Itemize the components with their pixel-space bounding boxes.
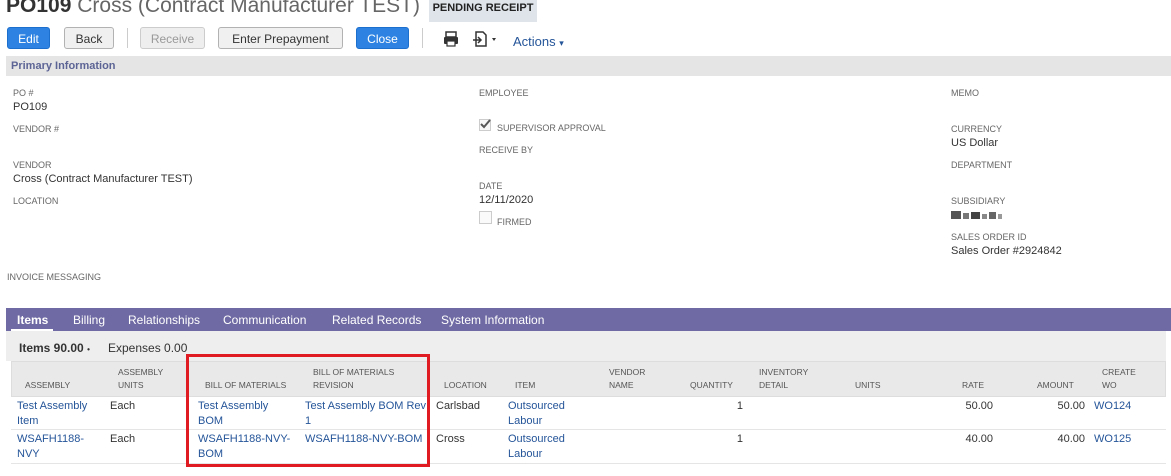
highlight-box xyxy=(186,354,430,467)
firmed-checkbox[interactable] xyxy=(479,211,492,224)
sales-order-link[interactable]: Sales Order #2924842 xyxy=(951,245,1062,257)
col-create-wo-line2: WO xyxy=(1102,380,1117,390)
row-item-link[interactable]: Outsourced Labour xyxy=(508,399,565,429)
primary-information-header[interactable]: Primary Information xyxy=(6,56,1171,76)
chevron-down-icon: ▾ xyxy=(559,38,564,48)
row-rate: 40.00 xyxy=(965,433,993,445)
col-quantity: QUANTITY xyxy=(690,380,733,390)
col-vendor-name-line1: VENDOR xyxy=(609,367,646,377)
date-value: 12/11/2020 xyxy=(479,194,534,206)
cell-line: NVY xyxy=(17,448,40,460)
currency-label: CURRENCY xyxy=(951,124,1003,134)
location-label: LOCATION xyxy=(13,196,59,206)
vendor-number-label: VENDOR # xyxy=(13,124,60,134)
col-rate: RATE xyxy=(962,380,985,390)
col-vendor-name-line2: NAME xyxy=(609,380,634,390)
row-location: Carlsbad xyxy=(436,400,481,412)
row-work-order-link[interactable]: WO124 xyxy=(1094,399,1131,414)
subsidiary-redacted-value xyxy=(951,210,1003,220)
po-label: PO # xyxy=(13,88,34,98)
invoice-messaging-label: INVOICE MESSAGING xyxy=(7,272,102,282)
row-quantity: 1 xyxy=(736,400,743,412)
vendor-link[interactable]: Cross (Contract Manufacturer TEST) xyxy=(13,173,193,185)
bullet-icon: • xyxy=(87,345,90,354)
tab-related-records[interactable]: Related Records xyxy=(332,313,421,327)
subtab-expenses[interactable]: Expenses 0.00 xyxy=(108,341,187,355)
section-title: Primary Information xyxy=(11,60,116,72)
supervisor-approval-checkbox[interactable] xyxy=(479,119,491,131)
row-amount: 50.00 xyxy=(1057,400,1085,412)
row-work-order-link[interactable]: WO125 xyxy=(1094,432,1131,447)
receive-button[interactable]: Receive xyxy=(140,27,205,49)
record-id: PO109 xyxy=(6,0,72,17)
record-tabs: Items Billing Relationships Communicatio… xyxy=(6,308,1171,331)
cell-line: Item xyxy=(17,415,39,427)
back-button[interactable]: Back xyxy=(64,27,114,49)
col-amount: AMOUNT xyxy=(1037,380,1074,390)
vendor-label: VENDOR xyxy=(13,160,52,170)
tab-system-information[interactable]: System Information xyxy=(441,313,544,327)
row-location: Cross xyxy=(436,433,465,445)
edit-button[interactable]: Edit xyxy=(7,27,50,49)
vendor-title: Cross (Contract Manufacturer TEST) xyxy=(77,0,420,17)
memo-label: MEMO xyxy=(951,88,979,98)
row-assembly-link[interactable]: Test Assembly Item xyxy=(17,399,87,429)
subsidiary-label: SUBSIDIARY xyxy=(951,196,1006,206)
firmed-label: FIRMED xyxy=(497,217,532,227)
col-assembly: ASSEMBLY xyxy=(25,380,71,390)
checkmark-icon xyxy=(480,119,491,129)
cell-line: Labour xyxy=(508,415,543,427)
employee-label: EMPLOYEE xyxy=(479,88,529,98)
cell-line: Test Assembly xyxy=(17,400,88,412)
sales-order-id-label: SALES ORDER ID xyxy=(951,232,1027,242)
row-amount: 40.00 xyxy=(1057,433,1085,445)
enter-prepayment-button[interactable]: Enter Prepayment xyxy=(218,27,343,49)
row-quantity: 1 xyxy=(736,433,743,445)
status-badge: PENDING RECEIPT xyxy=(429,0,537,22)
items-table-header xyxy=(11,361,1166,397)
row-rate: 50.00 xyxy=(965,400,993,412)
col-create-wo-line1: CREATE xyxy=(1102,367,1136,377)
cell-line: Outsourced xyxy=(508,400,565,412)
cell-line: WSAFH1188- xyxy=(17,433,85,445)
subtab-items[interactable]: Items 90.00 • xyxy=(19,341,90,355)
supervisor-approval-label: SUPERVISOR APPROVAL xyxy=(497,123,606,133)
print-icon[interactable] xyxy=(442,30,460,51)
col-inventory-detail-line1: INVENTORY xyxy=(759,367,809,377)
row-assembly-link[interactable]: WSAFH1188- NVY xyxy=(17,432,84,462)
currency-value: US Dollar xyxy=(951,137,999,149)
tab-relationships[interactable]: Relationships xyxy=(128,313,200,327)
col-units: UNITS xyxy=(855,380,881,390)
tab-billing[interactable]: Billing xyxy=(73,313,105,327)
col-inventory-detail-line2: DETAIL xyxy=(759,380,789,390)
col-assembly-units-line1: ASSEMBLY xyxy=(118,367,164,377)
row-units: Each xyxy=(110,433,136,445)
subtab-items-label: Items 90.00 xyxy=(19,341,84,355)
col-assembly-units-line2: UNITS xyxy=(118,380,144,390)
tab-communication[interactable]: Communication xyxy=(223,313,306,327)
tab-items[interactable]: Items xyxy=(17,313,48,327)
col-item: ITEM xyxy=(515,380,536,390)
cell-line: Outsourced xyxy=(508,433,565,445)
row-item-link[interactable]: Outsourced Labour xyxy=(508,432,565,462)
page-title: PO109 Cross (Contract Manufacturer TEST) xyxy=(6,0,420,18)
cell-line: Labour xyxy=(508,448,543,460)
receive-by-label: RECEIVE BY xyxy=(479,145,534,155)
department-label: DEPARTMENT xyxy=(951,160,1013,170)
date-label: DATE xyxy=(479,181,503,191)
toolbar-divider xyxy=(422,28,423,48)
export-icon[interactable] xyxy=(472,30,502,51)
toolbar-divider xyxy=(127,28,128,48)
row-units: Each xyxy=(110,400,136,412)
actions-label: Actions xyxy=(513,34,556,49)
close-button[interactable]: Close xyxy=(356,27,409,49)
col-location: LOCATION xyxy=(444,380,487,390)
po-value: PO109 xyxy=(13,101,48,113)
actions-menu[interactable]: Actions ▾ xyxy=(513,34,564,49)
